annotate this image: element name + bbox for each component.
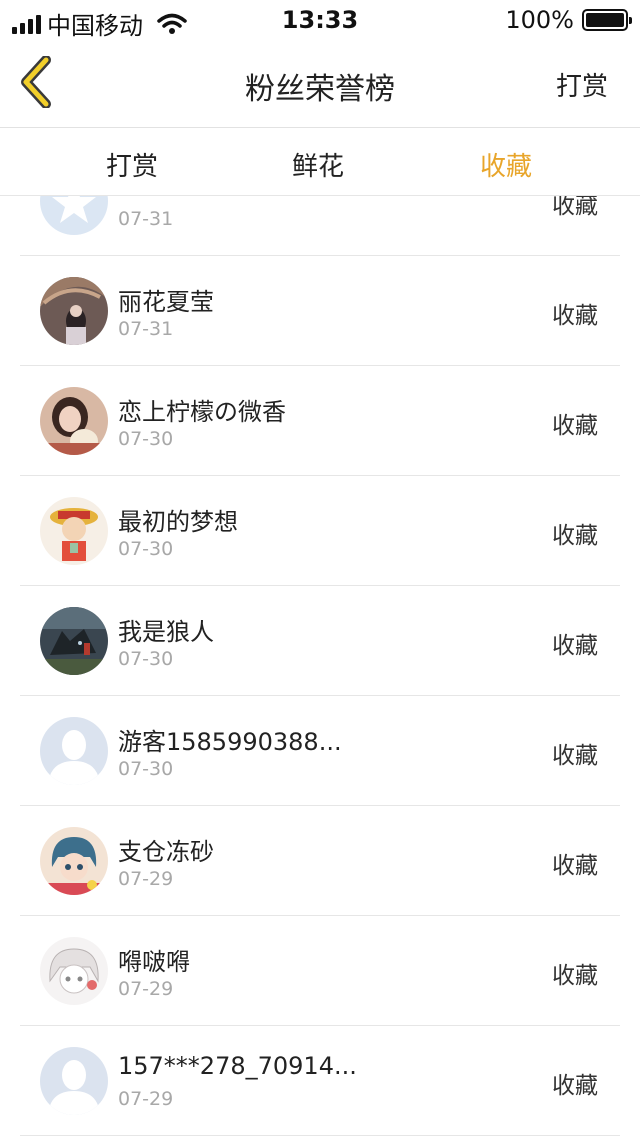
action-label: 收藏 bbox=[552, 853, 598, 879]
tab-reward[interactable]: 打赏 bbox=[92, 128, 172, 183]
date-label: 07-29 bbox=[118, 868, 174, 890]
list-item[interactable]: 157***278_70914... 07-29 收藏 bbox=[20, 1026, 620, 1136]
avatar bbox=[40, 607, 108, 675]
list-item[interactable]: 最初的梦想 07-30 收藏 bbox=[20, 476, 620, 586]
user-name: 丽花夏莹 bbox=[118, 288, 214, 316]
user-name: 我是狼人 bbox=[118, 618, 214, 646]
anime-straw-hat-icon bbox=[40, 497, 108, 565]
date-label: 07-30 bbox=[118, 648, 174, 670]
avatar bbox=[40, 277, 108, 345]
battery-percent: 100% bbox=[505, 6, 574, 34]
date-label: 07-29 bbox=[118, 1088, 174, 1110]
page-title: 粉丝荣誉榜 bbox=[245, 72, 395, 107]
date-label: 07-30 bbox=[118, 538, 174, 560]
user-name: 支仓冻砂 bbox=[118, 838, 214, 866]
user-name: 最初的梦想 bbox=[118, 508, 238, 536]
default-person-icon bbox=[40, 1047, 108, 1115]
avatar bbox=[40, 827, 108, 895]
nav-bar: 粉丝荣誉榜 打赏 bbox=[0, 40, 640, 128]
user-name: 嘚啵嘚 bbox=[118, 948, 190, 976]
tab-favorites[interactable]: 收藏 bbox=[466, 128, 546, 183]
avatar bbox=[40, 937, 108, 1005]
list-item[interactable]: 支仓冻砂 07-29 收藏 bbox=[20, 806, 620, 916]
action-label: 收藏 bbox=[552, 523, 598, 549]
default-star-avatar-icon bbox=[40, 196, 108, 235]
fan-list[interactable]: 07-31 收藏 丽花夏莹 07-31 收藏 恋上柠檬の微香 07-30 收藏 … bbox=[0, 196, 640, 1136]
action-label: 收藏 bbox=[552, 303, 598, 329]
anime-girl-icon bbox=[40, 827, 108, 895]
action-label: 收藏 bbox=[552, 413, 598, 439]
avatar bbox=[40, 1047, 108, 1115]
list-item[interactable]: 嘚啵嘚 07-29 收藏 bbox=[20, 916, 620, 1026]
avatar bbox=[40, 387, 108, 455]
date-label: 07-31 bbox=[118, 208, 174, 230]
list-item[interactable]: 游客1585990388... 07-30 收藏 bbox=[20, 696, 620, 806]
status-right: 100% bbox=[505, 6, 632, 34]
list-item[interactable]: 恋上柠檬の微香 07-30 收藏 bbox=[20, 366, 620, 476]
action-label: 收藏 bbox=[552, 633, 598, 659]
date-label: 07-30 bbox=[118, 758, 174, 780]
list-item[interactable]: 丽花夏莹 07-31 收藏 bbox=[20, 256, 620, 366]
reward-button[interactable]: 打赏 bbox=[556, 66, 608, 103]
user-name: 157***278_70914... bbox=[118, 1052, 357, 1080]
user-name: 游客1585990388... bbox=[118, 728, 342, 756]
action-label: 收藏 bbox=[552, 963, 598, 989]
list-item[interactable]: 我是狼人 07-30 收藏 bbox=[20, 586, 620, 696]
tab-flowers[interactable]: 鲜花 bbox=[278, 128, 358, 183]
action-label: 收藏 bbox=[552, 743, 598, 769]
tab-bar: 打赏 鲜花 收藏 bbox=[0, 128, 640, 196]
date-label: 07-30 bbox=[118, 428, 174, 450]
date-label: 07-29 bbox=[118, 978, 174, 1000]
status-bar: 中国移动 13:33 100% bbox=[0, 0, 640, 40]
avatar bbox=[40, 196, 108, 235]
avatar bbox=[40, 497, 108, 565]
anime-sketch-icon bbox=[40, 937, 108, 1005]
action-label: 收藏 bbox=[552, 1073, 598, 1099]
date-label: 07-31 bbox=[118, 318, 174, 340]
user-name: 恋上柠檬の微香 bbox=[118, 398, 286, 426]
umbrella-photo-icon bbox=[40, 277, 108, 345]
default-person-icon bbox=[40, 717, 108, 785]
wolf-photo-icon bbox=[40, 607, 108, 675]
list-item[interactable]: 07-31 收藏 bbox=[20, 196, 620, 256]
girl-photo-icon bbox=[40, 387, 108, 455]
battery-icon bbox=[582, 9, 632, 31]
avatar bbox=[40, 717, 108, 785]
action-label: 收藏 bbox=[552, 196, 598, 219]
